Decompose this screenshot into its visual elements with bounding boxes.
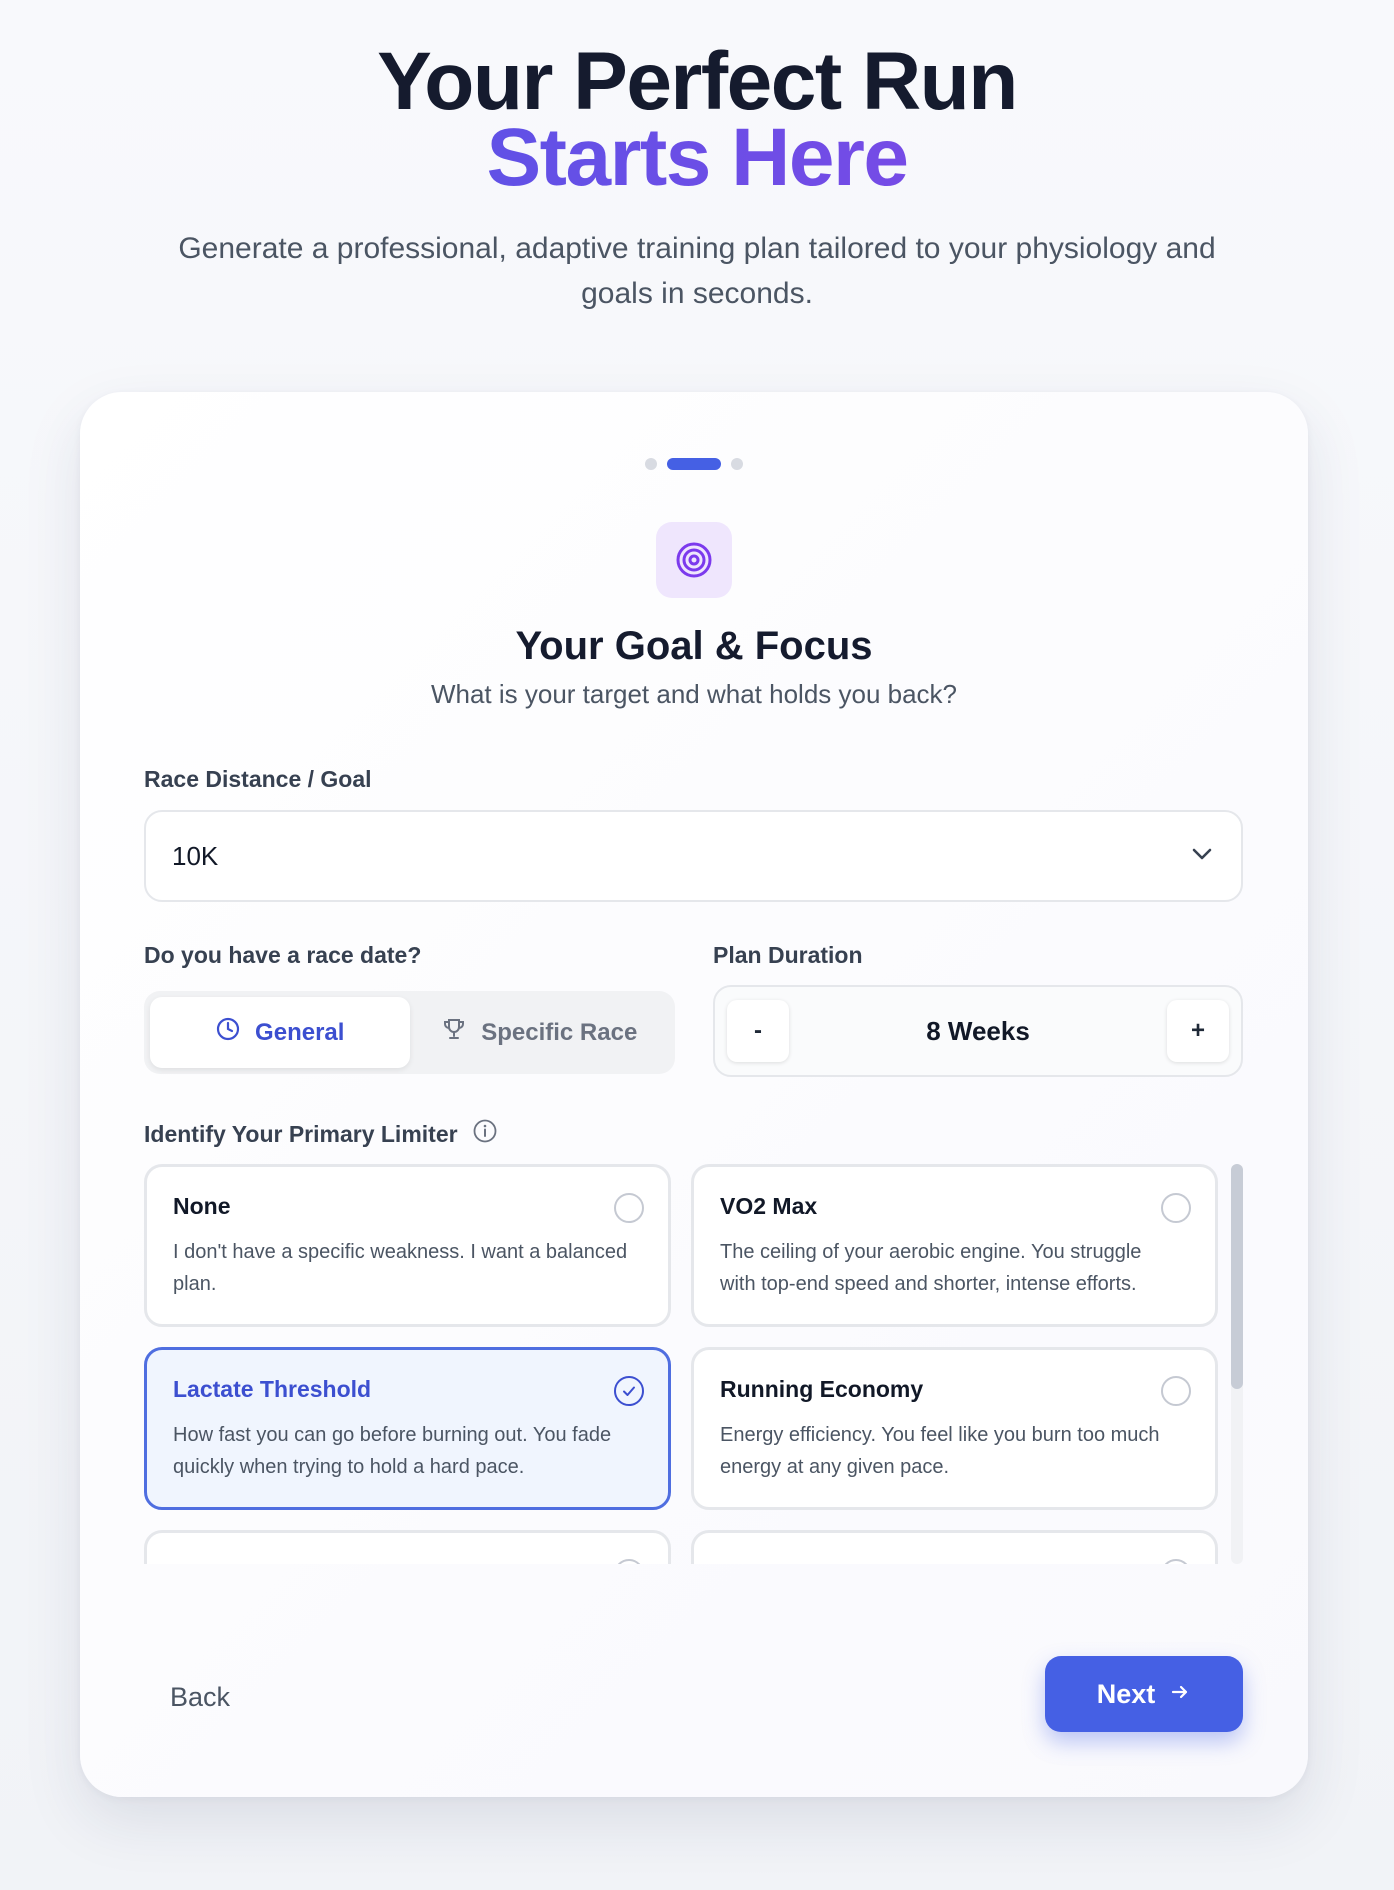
option-title: Running Economy [720, 1376, 924, 1402]
arrow-right-icon [1169, 1679, 1191, 1710]
step-dot-3 [731, 458, 743, 470]
option-description: The ceiling of your aerobic engine. You … [720, 1241, 1142, 1295]
limiter-option-partial[interactable] [691, 1530, 1218, 1564]
plan-duration-stepper: - 8 Weeks + [713, 985, 1243, 1077]
hero: Your Perfect Run Starts Here Generate a … [0, 0, 1394, 316]
limiter-option-partial[interactable] [144, 1530, 671, 1564]
radio-unchecked[interactable] [1161, 1376, 1191, 1406]
toggle-general-label: General [255, 1018, 345, 1046]
race-date-label: Do you have a race date? [144, 942, 422, 968]
option-description: How fast you can go before burning out. … [173, 1424, 612, 1478]
toggle-specific-race[interactable]: Specific Race [410, 997, 670, 1068]
clock-icon [215, 1016, 241, 1049]
wizard-card: Your Goal & Focus What is your target an… [80, 392, 1308, 1797]
limiter-heading: Identify Your Primary Limiter [144, 1118, 498, 1150]
toggle-specific-race-label: Specific Race [481, 1018, 638, 1046]
trophy-icon [441, 1016, 467, 1049]
option-description: I don't have a specific weakness. I want… [173, 1241, 628, 1295]
race-distance-value: 10K [172, 840, 219, 871]
limiter-options: None I don't have a specific weakness. I… [144, 1164, 1244, 1564]
radio-unchecked[interactable] [614, 1193, 644, 1223]
race-distance-select[interactable]: 10K [144, 810, 1243, 902]
check-circle-icon[interactable] [614, 1376, 644, 1406]
radio-unchecked[interactable] [1161, 1559, 1191, 1564]
race-distance-label: Race Distance / Goal [144, 766, 372, 792]
options-scrollbar[interactable] [1231, 1164, 1243, 1564]
option-title: VO2 Max [720, 1193, 818, 1219]
page-title: Your Perfect Run Starts Here [0, 41, 1394, 199]
title-line-2: Starts Here [0, 117, 1394, 199]
toggle-general[interactable]: General [150, 997, 410, 1068]
limiter-option-none[interactable]: None I don't have a specific weakness. I… [144, 1164, 671, 1327]
race-date-toggle: General Specific Race [144, 991, 675, 1074]
step-dot-1 [645, 458, 657, 470]
step-subtitle: What is your target and what holds you b… [430, 679, 958, 709]
option-title: Lactate Threshold [173, 1376, 372, 1402]
decrement-button[interactable]: - [727, 1000, 789, 1062]
limiter-label: Identify Your Primary Limiter [144, 1120, 458, 1147]
increment-button[interactable]: + [1167, 1000, 1229, 1062]
scrollbar-thumb[interactable] [1231, 1164, 1243, 1389]
step-title: Your Goal & Focus [515, 624, 873, 668]
plan-duration-label: Plan Duration [713, 942, 863, 968]
limiter-option-running-economy[interactable]: Running Economy Energy efficiency. You f… [691, 1347, 1218, 1510]
target-icon [656, 522, 732, 598]
step-dot-2-active [667, 458, 721, 470]
limiter-option-lactate-threshold[interactable]: Lactate Threshold How fast you can go be… [144, 1347, 671, 1510]
radio-unchecked[interactable] [614, 1559, 644, 1564]
next-button[interactable]: Next [1045, 1656, 1243, 1732]
plan-duration-value: 8 Weeks [926, 1015, 1030, 1046]
page-subtitle: Generate a professional, adaptive traini… [178, 232, 1216, 310]
step-indicator [80, 458, 1308, 470]
option-description: Energy efficiency. You feel like you bur… [720, 1424, 1160, 1478]
radio-unchecked[interactable] [1161, 1193, 1191, 1223]
back-button[interactable]: Back [170, 1682, 230, 1713]
info-icon[interactable] [472, 1118, 498, 1150]
option-title: None [173, 1193, 231, 1219]
chevron-down-icon [1189, 841, 1215, 872]
next-button-label: Next [1096, 1678, 1156, 1709]
limiter-option-vo2-max[interactable]: VO2 Max The ceiling of your aerobic engi… [691, 1164, 1218, 1327]
